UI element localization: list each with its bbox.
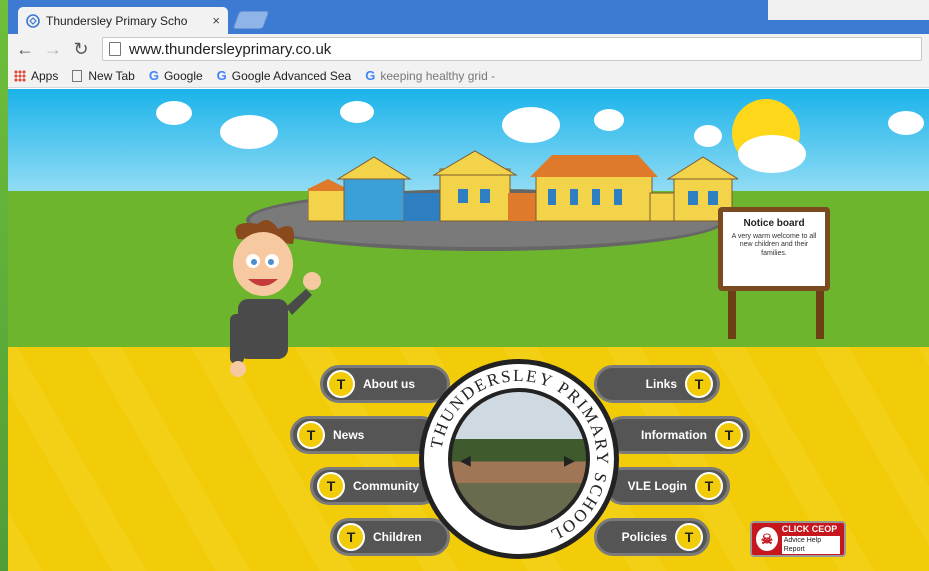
chevron-left-icon[interactable]: ◀ bbox=[460, 452, 471, 469]
about-us-label: About us bbox=[363, 377, 415, 391]
bookmark-apps[interactable]: Apps bbox=[14, 69, 58, 83]
back-arrow-icon[interactable]: ← bbox=[14, 38, 36, 60]
browser-window: Thundersley Primary Scho × ← → ↻ www.thu… bbox=[8, 0, 929, 571]
school-logo-badge-icon: T bbox=[675, 523, 703, 551]
community-label: Community bbox=[353, 479, 419, 493]
page-icon bbox=[109, 42, 121, 56]
school-homepage: Notice board A very warm welcome to all … bbox=[8, 89, 929, 571]
school-logo-badge-icon: T bbox=[715, 421, 743, 449]
ceop-report-button[interactable]: ☠ CLICK CEOP Advice Help Report bbox=[750, 521, 846, 557]
cloud-illustration bbox=[156, 101, 192, 125]
bookmark-label: Google Advanced Sea bbox=[231, 68, 352, 83]
forward-arrow-icon[interactable]: → bbox=[42, 38, 64, 60]
cloud-illustration bbox=[694, 125, 722, 147]
cloud-illustration bbox=[594, 109, 624, 131]
vle-login-button[interactable]: VLE Login T bbox=[604, 467, 730, 505]
google-icon: G bbox=[148, 68, 159, 83]
news-button[interactable]: T News bbox=[290, 416, 440, 454]
browser-toolbar: ← → ↻ www.thundersleyprimary.co.uk bbox=[8, 34, 929, 64]
tab-close-icon[interactable]: × bbox=[212, 13, 220, 28]
cloud-illustration bbox=[738, 135, 806, 173]
school-logo-badge-icon: T bbox=[297, 421, 325, 449]
links-label: Links bbox=[645, 377, 677, 391]
policies-label: Policies bbox=[621, 530, 667, 544]
cloud-illustration bbox=[220, 115, 278, 149]
noticeboard-post bbox=[728, 289, 736, 339]
vle-login-label: VLE Login bbox=[627, 479, 687, 493]
tab-title: Thundersley Primary Scho bbox=[46, 13, 188, 28]
cloud-illustration bbox=[888, 111, 924, 135]
noticeboard-post bbox=[816, 289, 824, 339]
bookmark-label: keeping healthy grid - bbox=[380, 68, 496, 83]
school-logo-badge-icon: T bbox=[685, 370, 713, 398]
school-buildings-illustration bbox=[308, 150, 738, 222]
new-tab-button[interactable] bbox=[232, 11, 270, 29]
cloud-illustration bbox=[340, 101, 374, 123]
school-logo-badge-icon: T bbox=[695, 472, 723, 500]
information-label: Information bbox=[641, 428, 707, 442]
bookmark-label: New Tab bbox=[88, 68, 135, 83]
window-controls bbox=[768, 0, 929, 20]
bookmark-keeping-healthy[interactable]: G keeping healthy grid - bbox=[365, 68, 495, 83]
notice-board-title: Notice board bbox=[743, 218, 805, 229]
tab-strip: Thundersley Primary Scho × bbox=[8, 0, 929, 34]
bookmark-new-tab[interactable]: New Tab bbox=[72, 68, 135, 83]
children-label: Children bbox=[373, 530, 422, 544]
information-button[interactable]: Information T bbox=[604, 416, 750, 454]
google-icon: G bbox=[216, 68, 227, 83]
bookmark-google-advanced[interactable]: G Google Advanced Sea bbox=[217, 68, 352, 83]
apps-grid-icon bbox=[14, 69, 26, 82]
google-icon: G bbox=[365, 68, 376, 83]
tab-thundersley[interactable]: Thundersley Primary Scho × bbox=[18, 7, 228, 34]
reload-icon[interactable]: ↻ bbox=[70, 38, 92, 60]
bookmarks-bar: Apps New Tab G Google G Google Advanced … bbox=[8, 64, 929, 88]
site-favicon-icon bbox=[26, 13, 40, 28]
school-logo-badge-icon: T bbox=[337, 523, 365, 551]
news-label: News bbox=[333, 428, 365, 442]
ceop-main-label: CLICK CEOP bbox=[781, 524, 838, 535]
ceop-sub-label: Advice Help Report bbox=[781, 535, 840, 554]
bookmark-google[interactable]: G Google bbox=[149, 68, 203, 83]
page-icon bbox=[72, 69, 83, 82]
bookmark-label: Google bbox=[163, 68, 203, 83]
notice-board-panel: Notice board A very warm welcome to all … bbox=[723, 212, 825, 286]
address-bar[interactable]: www.thundersleyprimary.co.uk bbox=[102, 37, 922, 61]
cloud-illustration bbox=[502, 107, 560, 143]
ceop-logo-icon: ☠ bbox=[756, 527, 778, 551]
school-logo-badge-icon: T bbox=[327, 370, 355, 398]
url-text: www.thundersleyprimary.co.uk bbox=[129, 40, 332, 58]
chevron-right-icon[interactable]: ▶ bbox=[564, 452, 575, 469]
bookmark-label: Apps bbox=[31, 68, 59, 83]
notice-board-text: A very warm welcome to all new children … bbox=[731, 233, 817, 257]
school-logo-badge-icon: T bbox=[317, 472, 345, 500]
school-emblem-slideshow[interactable]: THUNDERSLEY PRIMARY SCHOOL ◀ ▶ bbox=[419, 359, 619, 559]
cartoon-boy-mascot bbox=[230, 220, 321, 377]
notice-board[interactable]: Notice board A very warm welcome to all … bbox=[718, 207, 830, 291]
